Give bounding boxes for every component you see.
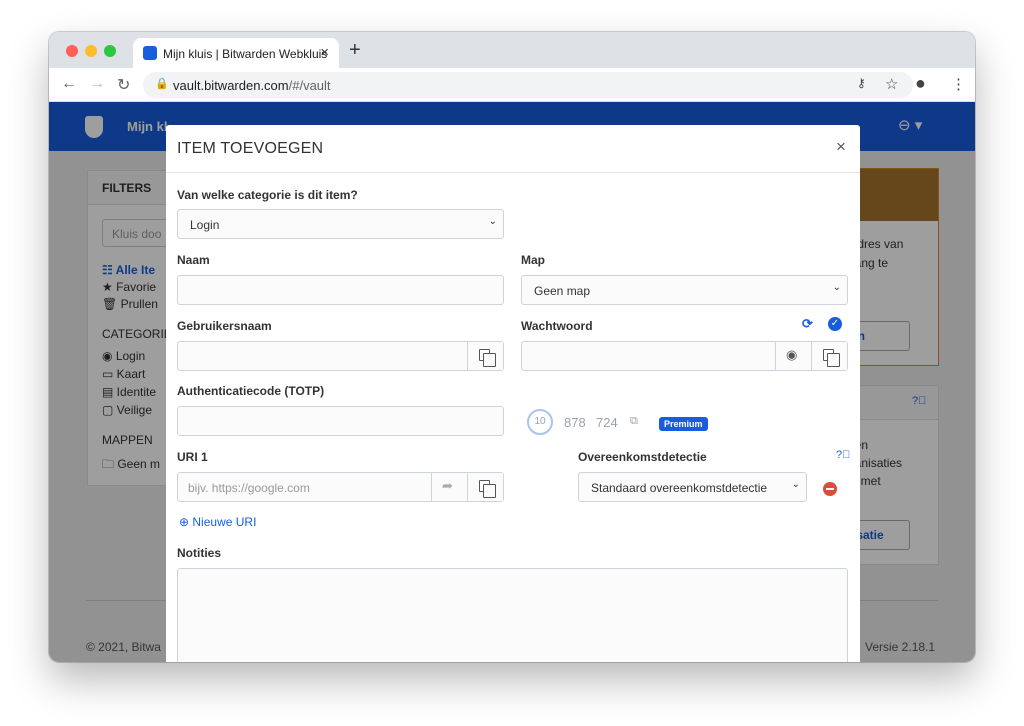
username-label: Gebruikersnaam (177, 319, 272, 333)
folder-label: Map (521, 253, 545, 267)
star-icon[interactable]: ☆ (885, 75, 898, 93)
uri-placeholder: bijv. https://google.com (188, 481, 310, 495)
eye-icon: ◉ (786, 347, 798, 362)
browser-window: Mijn kluis | Bitwarden Webkluis × + ← → … (49, 32, 975, 662)
generate-password-icon[interactable]: ⟳ (802, 316, 813, 332)
match-detection-select[interactable]: Standaard overeenkomstdetectie ⌄ (578, 472, 807, 502)
close-window-button[interactable] (66, 45, 78, 57)
launch-uri-button[interactable]: ➦ (431, 473, 467, 501)
profile-icon[interactable]: ● (915, 73, 926, 94)
chevron-down-icon: ⌄ (832, 282, 841, 293)
browser-tab[interactable]: Mijn kluis | Bitwarden Webkluis × (133, 38, 339, 68)
add-item-dialog: ITEM TOEVOEGEN × Van welke categorie is … (166, 125, 860, 662)
totp-countdown: 10 (527, 409, 553, 435)
totp-input[interactable] (177, 406, 504, 436)
new-tab-button[interactable]: + (349, 39, 361, 62)
uri-input[interactable]: bijv. https://google.com ➦ (177, 472, 504, 502)
copy-uri-button[interactable] (467, 473, 503, 501)
copy-icon (479, 349, 496, 367)
name-input[interactable] (177, 275, 504, 305)
copy-icon (479, 480, 496, 498)
url-path: /#/vault (288, 78, 331, 93)
category-value: Login (190, 218, 220, 232)
match-detection-value: Standaard overeenkomstdetectie (591, 481, 768, 495)
tab-title: Mijn kluis | Bitwarden Webkluis (163, 47, 328, 61)
password-label: Wachtwoord (521, 319, 593, 333)
check-password-icon[interactable]: ✓ (828, 317, 842, 331)
minimize-window-button[interactable] (85, 45, 97, 57)
chevron-down-icon: ⌄ (488, 216, 497, 227)
lock-icon: 🔒 (155, 78, 169, 90)
tab-close-icon[interactable]: × (320, 44, 329, 61)
notes-label: Notities (177, 546, 222, 560)
totp-code-part-2: 724 (596, 415, 618, 430)
url-host: vault.bitwarden.com (173, 78, 289, 93)
category-select[interactable]: Login ⌄ (177, 209, 504, 239)
copy-password-button[interactable] (811, 342, 847, 370)
name-label: Naam (177, 253, 210, 267)
bitwarden-favicon-icon (143, 46, 157, 60)
dialog-header: ITEM TOEVOEGEN × (166, 125, 860, 173)
menu-icon[interactable]: ⋮ (951, 75, 966, 93)
copy-username-button[interactable] (467, 342, 503, 370)
folder-select[interactable]: Geen map ⌄ (521, 275, 848, 305)
match-detection-label: Overeenkomstdetectie (578, 450, 707, 464)
omnibox[interactable]: 🔒 vault.bitwarden.com/#/vault (143, 72, 913, 98)
dialog-title: ITEM TOEVOEGEN (177, 140, 324, 157)
username-input[interactable] (177, 341, 504, 371)
toggle-visibility-button[interactable]: ◉ (775, 342, 811, 370)
notes-textarea[interactable] (177, 568, 848, 662)
remove-uri-icon[interactable] (823, 482, 837, 496)
reload-icon[interactable]: ↻ (117, 75, 130, 95)
copy-icon (823, 349, 840, 367)
dialog-close-icon[interactable]: × (836, 137, 846, 157)
url-text: vault.bitwarden.com/#/vault (173, 78, 331, 93)
copy-totp-icon[interactable]: ⧉ (630, 415, 638, 428)
category-label: Van welke categorie is dit item? (177, 188, 358, 202)
back-icon[interactable]: ← (61, 75, 77, 93)
new-uri-link[interactable]: ⊕ Nieuwe URI (179, 515, 256, 529)
forward-icon[interactable]: → (89, 75, 105, 93)
help-icon[interactable]: ?⃝ (836, 449, 850, 461)
share-icon: ➦ (442, 478, 453, 493)
tab-bar: Mijn kluis | Bitwarden Webkluis × + (49, 32, 975, 68)
new-uri-label: Nieuwe URI (192, 515, 257, 529)
folder-value: Geen map (534, 284, 591, 298)
address-bar: ← → ↻ 🔒 vault.bitwarden.com/#/vault ⚷ ☆ … (49, 68, 975, 102)
key-icon[interactable]: ⚷ (857, 76, 866, 90)
chevron-down-icon: ⌄ (791, 479, 800, 490)
zoom-window-button[interactable] (104, 45, 116, 57)
totp-label: Authenticatiecode (TOTP) (177, 384, 325, 398)
uri-label: URI 1 (177, 450, 208, 464)
totp-code-part-1: 878 (564, 415, 586, 430)
premium-badge: Premium (659, 417, 708, 431)
password-input[interactable]: ◉ (521, 341, 848, 371)
